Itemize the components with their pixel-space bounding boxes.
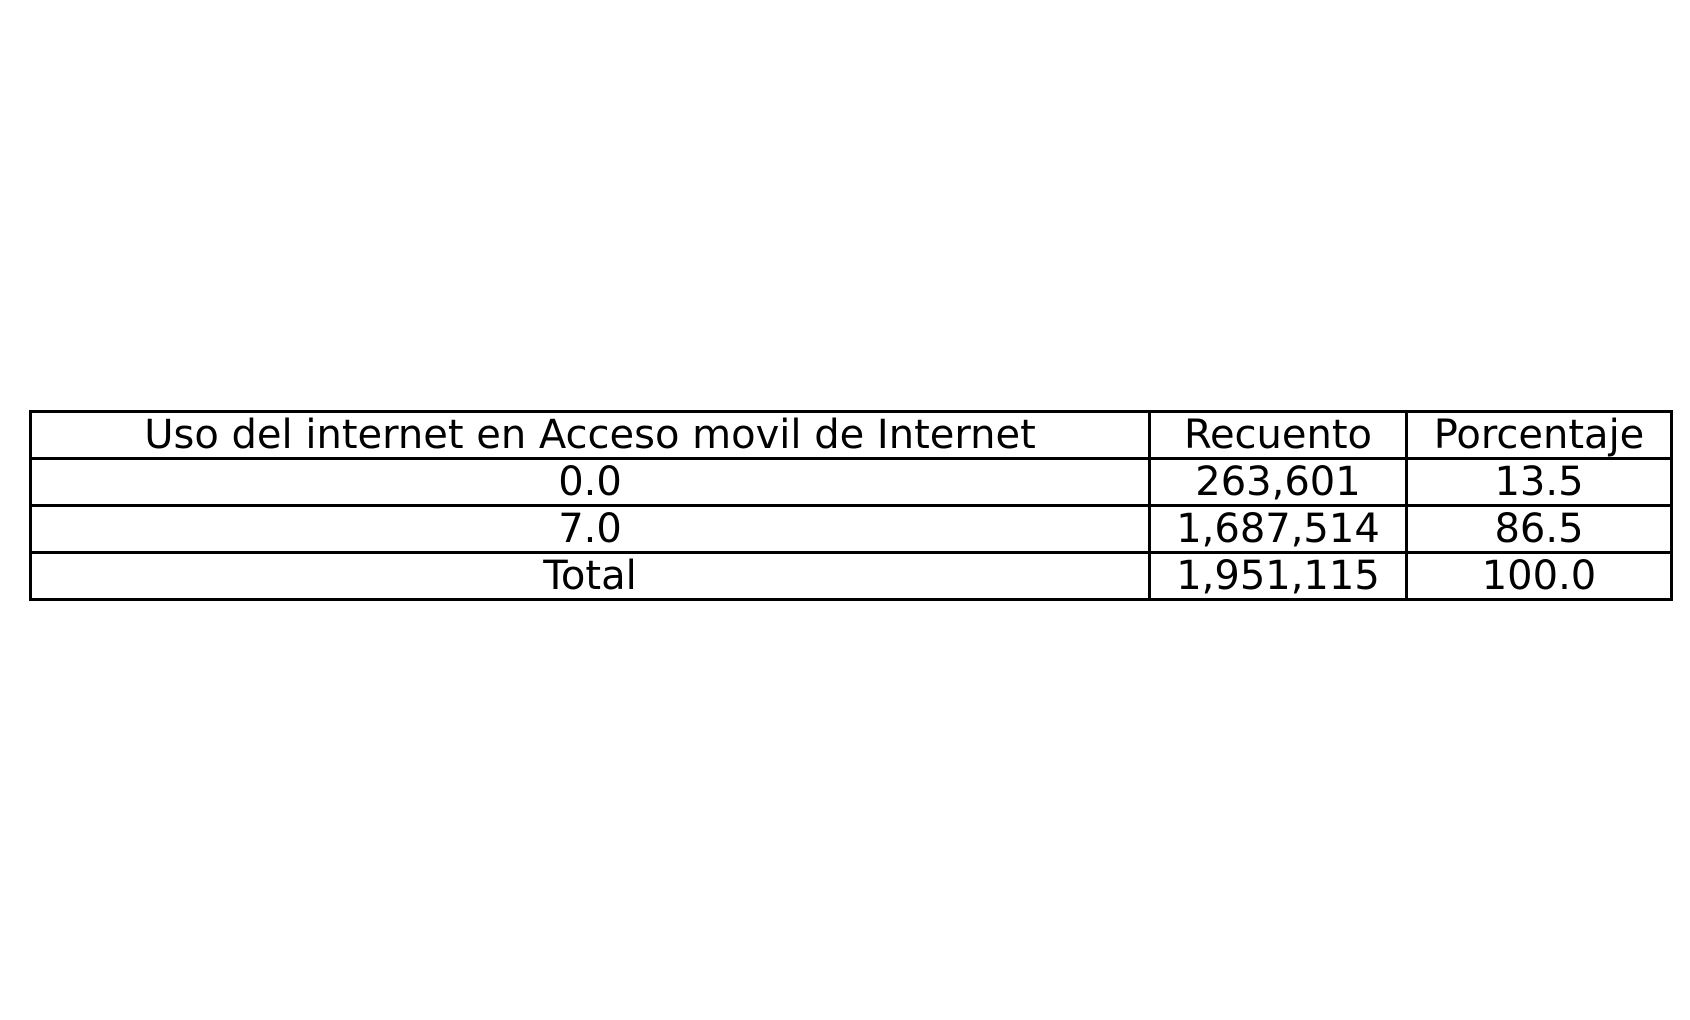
table-cell: 13.5 <box>1405 457 1673 507</box>
table-cell: 86.5 <box>1405 504 1673 554</box>
table-cell: 0.0 <box>29 457 1151 507</box>
column-header-porcentaje: Porcentaje <box>1405 410 1673 460</box>
table-cell: 7.0 <box>29 504 1151 554</box>
data-table: Uso del internet en Acceso movil de Inte… <box>29 410 1673 601</box>
table-cell: 100.0 <box>1405 551 1673 601</box>
table-total-row: Total 1,951,115 100.0 <box>29 551 1673 601</box>
table-container: Uso del internet en Acceso movil de Inte… <box>29 410 1673 601</box>
table-row: 7.0 1,687,514 86.5 <box>29 504 1673 554</box>
table-row: 0.0 263,601 13.5 <box>29 457 1673 507</box>
table-cell: 263,601 <box>1148 457 1408 507</box>
table-cell: 1,951,115 <box>1148 551 1408 601</box>
table-header-row: Uso del internet en Acceso movil de Inte… <box>29 410 1673 460</box>
table-cell: Total <box>29 551 1151 601</box>
table-cell: 1,687,514 <box>1148 504 1408 554</box>
column-header-recuento: Recuento <box>1148 410 1408 460</box>
column-header-uso: Uso del internet en Acceso movil de Inte… <box>29 410 1151 460</box>
